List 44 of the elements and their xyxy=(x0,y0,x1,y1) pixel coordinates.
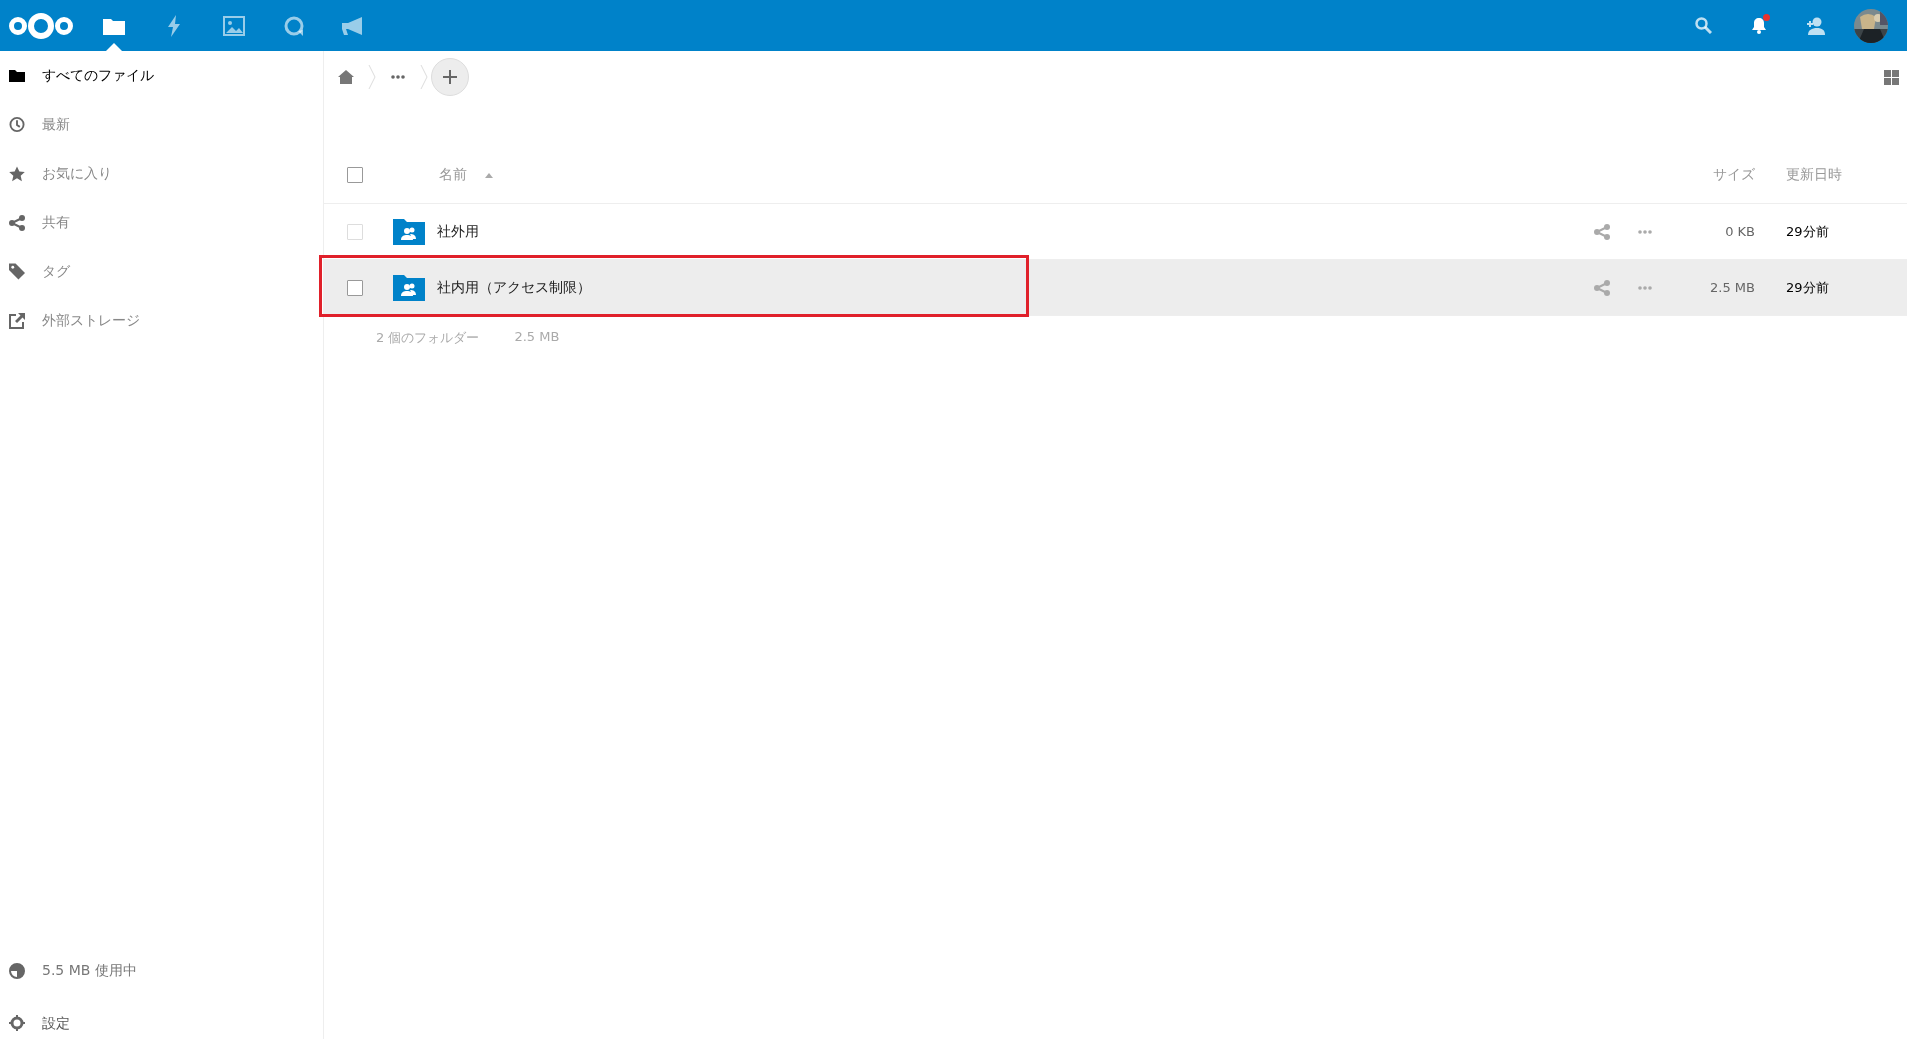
sidebar-item[interactable]: タグ xyxy=(0,247,323,296)
grid-view-icon[interactable] xyxy=(1884,69,1899,85)
sidebar-item[interactable]: 共有 xyxy=(0,198,323,247)
total-size: 2.5 MB xyxy=(514,329,560,346)
file-size: 2.5 MB xyxy=(1709,280,1755,295)
pie-chart-icon xyxy=(9,962,25,979)
tag-icon xyxy=(9,263,25,280)
sidebar-item[interactable]: お気に入り xyxy=(0,149,323,198)
sidebar-item[interactable]: すべてのファイル xyxy=(0,51,323,100)
external-link-icon xyxy=(9,312,25,329)
sidebar-item[interactable]: 外部ストレージ xyxy=(0,296,323,345)
file-name[interactable]: 社内用（アクセス制限） xyxy=(437,278,591,297)
clock-icon xyxy=(9,116,25,133)
cloud-logo[interactable] xyxy=(8,10,74,41)
file-name[interactable]: 社外用 xyxy=(437,222,479,241)
breadcrumb-separator xyxy=(368,64,376,90)
more-icon[interactable] xyxy=(1638,229,1652,234)
search-icon[interactable] xyxy=(1694,17,1712,34)
column-header[interactable]: サイズ xyxy=(1635,166,1755,184)
add-icon[interactable] xyxy=(431,58,469,96)
sort-arrow-icon xyxy=(485,172,493,178)
settings-item[interactable]: 設定 xyxy=(0,995,323,1039)
notifications-icon[interactable] xyxy=(1751,17,1767,34)
row-checkbox[interactable] xyxy=(347,279,363,296)
shared-folder-icon xyxy=(393,274,425,301)
modified-time: 29分前 xyxy=(1785,278,1830,297)
share-icon[interactable] xyxy=(1594,223,1610,240)
star-icon xyxy=(9,165,25,182)
select-all-checkbox[interactable] xyxy=(347,167,363,183)
sidebar-item[interactable]: 最新 xyxy=(0,100,323,149)
folder-icon xyxy=(9,69,25,82)
share-icon[interactable] xyxy=(1594,279,1610,296)
share-icon xyxy=(9,214,25,231)
contacts-icon[interactable] xyxy=(1805,16,1825,35)
modified-time: 29分前 xyxy=(1785,222,1830,241)
more-icon[interactable] xyxy=(1638,285,1652,290)
shared-folder-icon xyxy=(393,218,425,245)
column-header[interactable]: 更新日時 xyxy=(1755,166,1875,184)
breadcrumb-separator xyxy=(420,64,428,90)
file-size: 0 KB xyxy=(1724,224,1755,239)
storage-usage: 5.5 MB 使用中 xyxy=(42,961,137,980)
settings-icon xyxy=(9,1015,25,1031)
column-header[interactable]: 名前 xyxy=(439,166,493,184)
folder-count: 2 個のフォルダー xyxy=(376,329,480,347)
